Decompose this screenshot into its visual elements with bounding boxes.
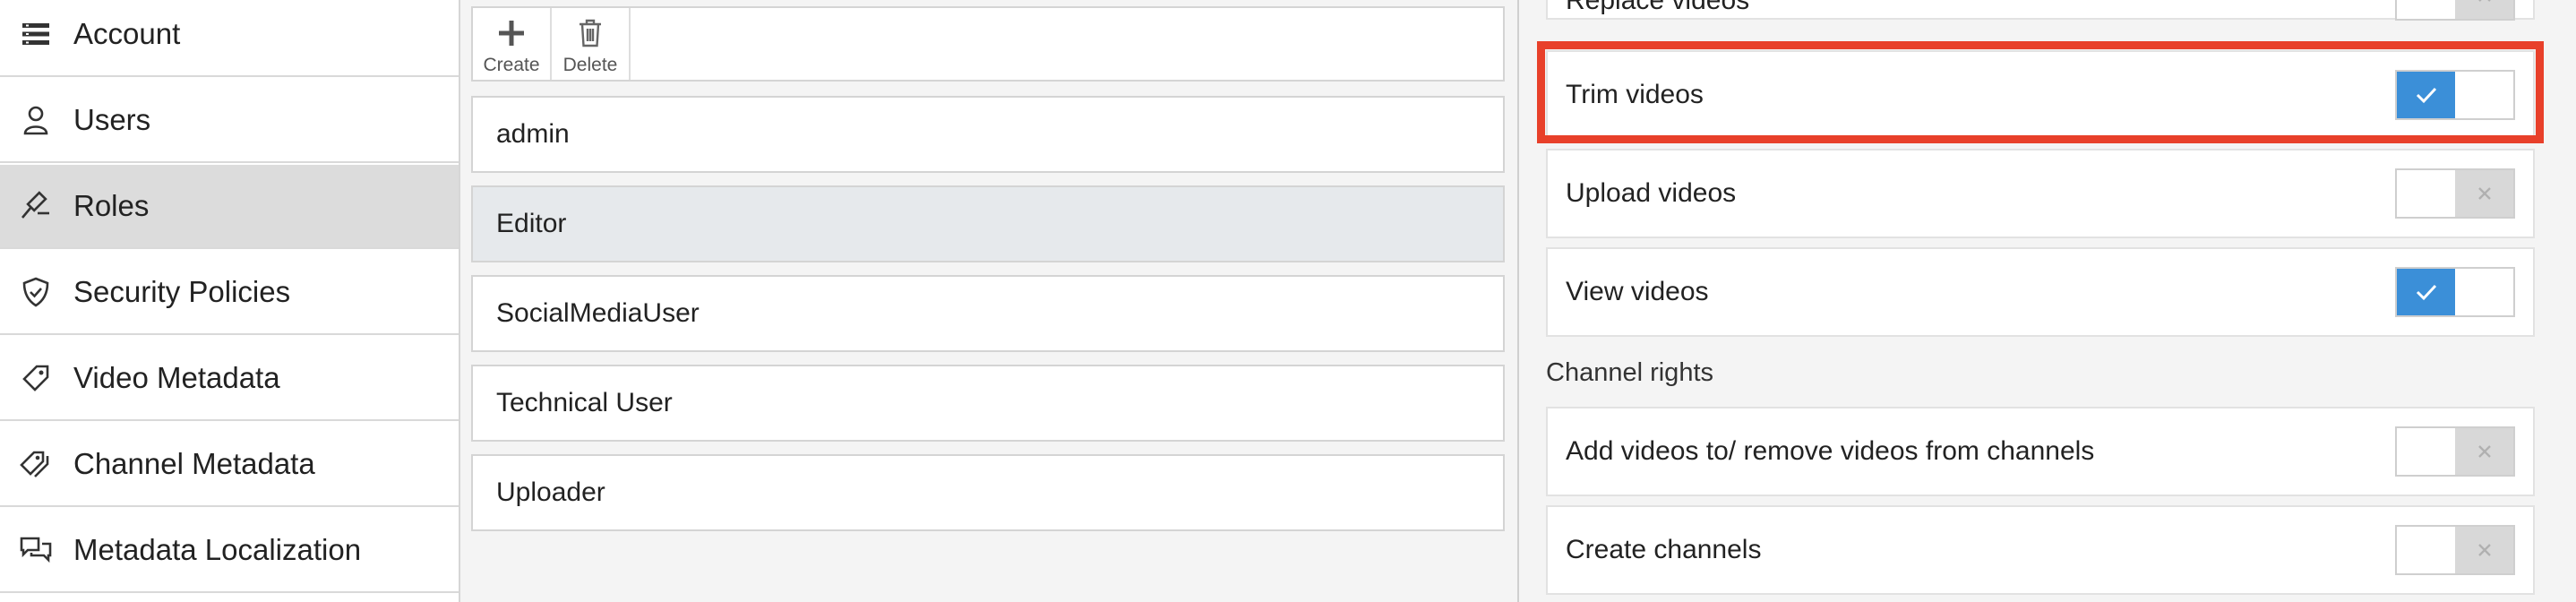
tag-icon [18,360,54,396]
check-icon [2397,72,2455,118]
shield-icon [18,274,54,310]
roles-toolbar: Create Delete [471,6,1505,82]
x-icon [2455,527,2513,573]
role-row-technical-user[interactable]: Technical User [471,365,1505,442]
role-row-socialmediauser[interactable]: SocialMediaUser [471,275,1505,352]
sidebar-item-label: Roles [73,189,150,222]
view-videos-toggle[interactable] [2395,267,2515,317]
plus-icon [496,15,527,51]
sidebar-item-video-metadata[interactable]: Video Metadata [0,337,459,421]
sidebar-item-label: Video Metadata [73,361,280,394]
upload-videos-toggle[interactable] [2395,168,2515,219]
sidebar-item-roles[interactable]: Roles [0,165,459,249]
chat-bubbles-icon [18,532,54,568]
check-icon [2397,269,2455,315]
trim-videos-toggle[interactable] [2395,70,2515,120]
permission-row-trim-videos: Trim videos [1546,50,2535,140]
sidebar-item-channel-metadata[interactable]: Channel Metadata [0,423,459,507]
sidebar-item-label: Account [73,17,181,50]
add-remove-channel-videos-toggle[interactable] [2395,426,2515,477]
permission-label: Create channels [1566,535,1762,564]
gavel-icon [18,188,54,224]
x-icon [2455,428,2513,475]
create-channels-toggle[interactable] [2395,525,2515,575]
role-name: SocialMediaUser [496,298,700,328]
permission-label: Trim videos [1566,80,1704,109]
role-name: admin [496,119,570,149]
role-name: Editor [496,209,567,238]
sidebar-item-account[interactable]: Account [0,0,459,77]
role-row-editor[interactable]: Editor [471,185,1505,262]
sidebar-item-label: Security Policies [73,275,291,308]
create-button[interactable]: Create [473,8,552,80]
x-icon [2455,170,2513,217]
create-label: Create [483,55,540,75]
role-name: Uploader [496,477,605,507]
permission-row-view-videos: View videos [1546,247,2535,337]
permission-row-create-channels: Create channels [1546,505,2535,595]
sidebar-item-label: Channel Metadata [73,447,315,480]
sidebar-item-label: Metadata Localization [73,533,362,566]
delete-label: Delete [562,55,618,75]
delete-button[interactable]: Delete [552,8,631,80]
settings-sidebar: Account Users Roles Security Policies Vi… [0,0,460,602]
x-icon [2455,0,2513,19]
permission-label: Replace videos [1566,0,1750,15]
permission-label: Upload videos [1566,178,1737,208]
permission-row-replace-videos: Replace videos [1546,0,2535,21]
tags-icon [18,446,54,482]
trash-icon [577,15,604,51]
channel-rights-heading: Channel rights [1546,358,1713,387]
sidebar-item-security-policies[interactable]: Security Policies [0,251,459,335]
role-row-admin[interactable]: admin [471,96,1505,173]
sidebar-item-metadata-localization[interactable]: Metadata Localization [0,509,459,593]
permission-row-add-remove-channel-videos: Add videos to/ remove videos from channe… [1546,407,2535,496]
permission-label: Add videos to/ remove videos from channe… [1566,436,2095,466]
sidebar-item-users[interactable]: Users [0,79,459,163]
replace-videos-toggle[interactable] [2395,0,2515,21]
permission-label: View videos [1566,277,1709,306]
permissions-panel: Replace videos Trim videos Upload videos… [1519,0,2576,602]
role-name: Technical User [496,388,673,417]
permission-row-upload-videos: Upload videos [1546,149,2535,238]
list-icon [18,16,54,52]
roles-panel: Create Delete admin Editor SocialMediaUs… [460,0,1519,602]
user-icon [18,102,54,138]
role-row-uploader[interactable]: Uploader [471,454,1505,531]
sidebar-item-label: Users [73,103,151,136]
